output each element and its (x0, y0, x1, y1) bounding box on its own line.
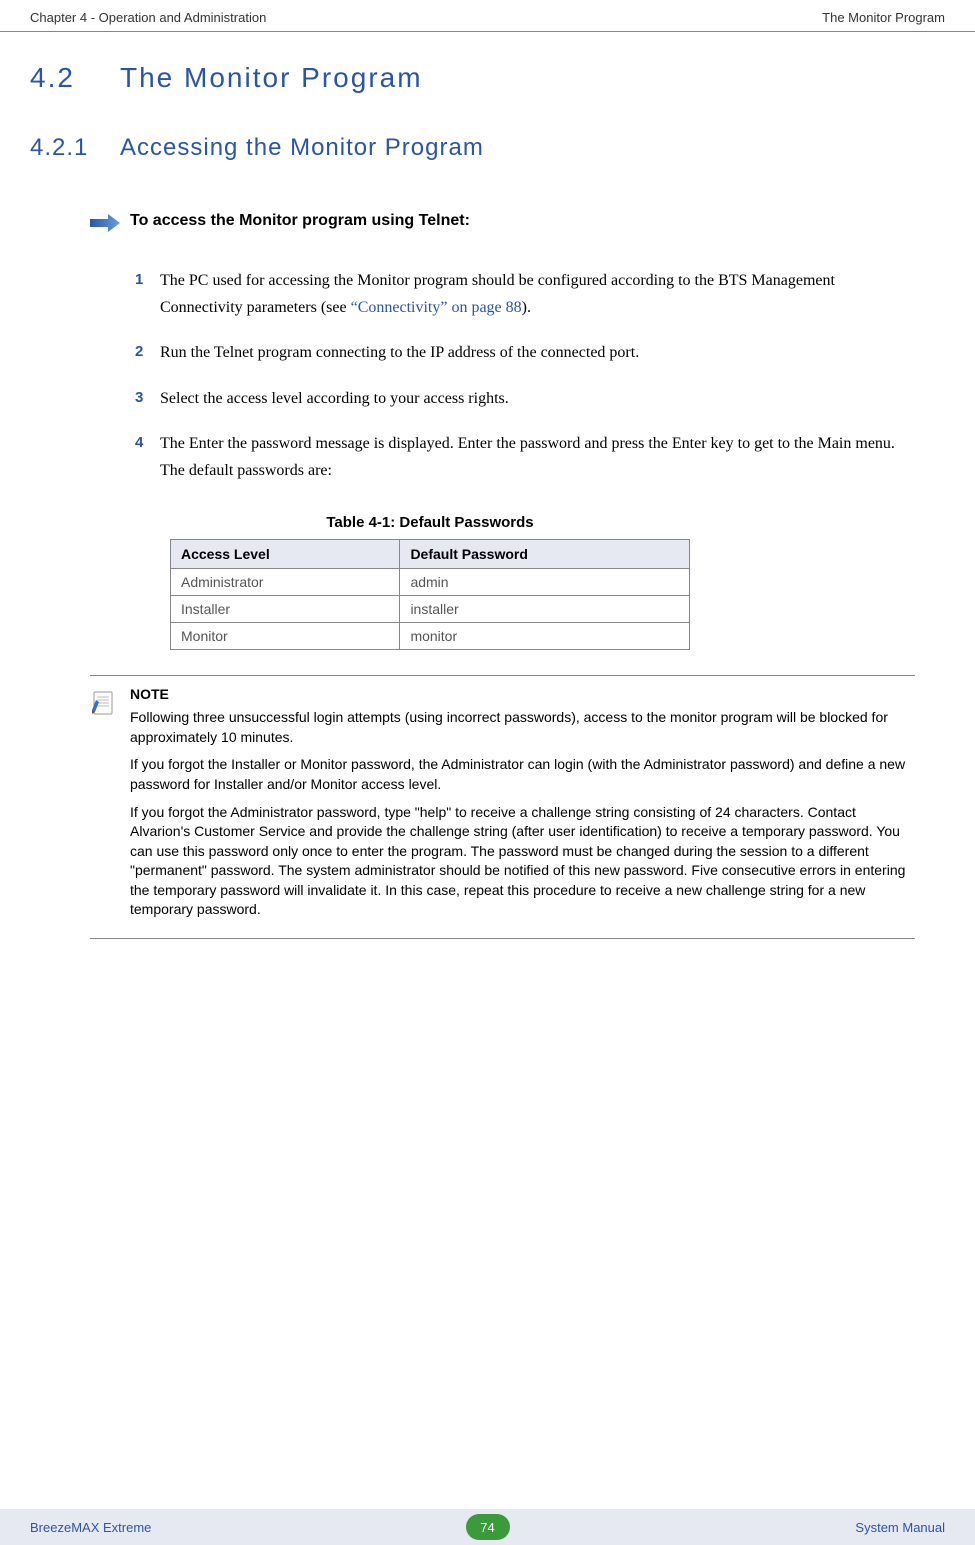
table-cell: Installer (171, 596, 400, 623)
list-item: 2 Run the Telnet program connecting to t… (135, 339, 915, 366)
table-header-row: Access Level Default Password (171, 540, 690, 569)
section-heading: The Monitor Program (120, 62, 423, 94)
list-text: Select the access level according to you… (160, 385, 915, 412)
table-header-default-password: Default Password (400, 540, 690, 569)
list-text: The Enter the password message is displa… (160, 430, 915, 484)
table-caption: Table 4-1: Default Passwords (170, 514, 690, 531)
list-number: 2 (135, 339, 160, 366)
list-item: 1 The PC used for accessing the Monitor … (135, 267, 915, 321)
note-paragraph: If you forgot the Administrator password… (130, 803, 915, 921)
procedure-intro: To access the Monitor program using Teln… (90, 212, 945, 232)
list-text: The PC used for accessing the Monitor pr… (160, 267, 915, 321)
note-title: NOTE (130, 686, 915, 702)
cross-reference-link[interactable]: “Connectivity” on page 88 (351, 299, 522, 316)
table-row: Installer installer (171, 596, 690, 623)
note-paragraph: If you forgot the Installer or Monitor p… (130, 755, 915, 794)
section-number: 4.2 (30, 62, 120, 94)
list-number: 3 (135, 385, 160, 412)
table-cell: Administrator (171, 569, 400, 596)
header-left: Chapter 4 - Operation and Administration (30, 10, 266, 25)
footer-left: BreezeMAX Extreme (30, 1520, 151, 1535)
subsection-number: 4.2.1 (30, 134, 120, 162)
page-footer: BreezeMAX Extreme 74 System Manual (0, 1509, 975, 1545)
note-icon (90, 686, 120, 928)
section-title: 4.2 The Monitor Program (30, 62, 945, 94)
table-row: Monitor monitor (171, 623, 690, 650)
step-text-end: ). (522, 299, 531, 316)
table-cell: installer (400, 596, 690, 623)
page-number-badge: 74 (466, 1514, 510, 1540)
list-item: 3 Select the access level according to y… (135, 385, 915, 412)
procedure-intro-text: To access the Monitor program using Teln… (130, 212, 470, 230)
footer-right: System Manual (855, 1520, 945, 1535)
table-cell: Monitor (171, 623, 400, 650)
arrow-icon (90, 214, 120, 232)
table-wrapper: Table 4-1: Default Passwords Access Leve… (170, 514, 945, 650)
ordered-list: 1 The PC used for accessing the Monitor … (135, 267, 915, 484)
passwords-table: Access Level Default Password Administra… (170, 539, 690, 650)
page-header: Chapter 4 - Operation and Administration… (0, 0, 975, 32)
subsection-heading: Accessing the Monitor Program (120, 134, 484, 162)
note-box: NOTE Following three unsuccessful login … (90, 675, 915, 939)
main-content: 4.2 The Monitor Program 4.2.1 Accessing … (0, 32, 975, 939)
table-row: Administrator admin (171, 569, 690, 596)
note-content: NOTE Following three unsuccessful login … (130, 686, 915, 928)
note-paragraph: Following three unsuccessful login attem… (130, 708, 915, 747)
list-number: 1 (135, 267, 160, 321)
list-number: 4 (135, 430, 160, 484)
table-cell: monitor (400, 623, 690, 650)
list-item: 4 The Enter the password message is disp… (135, 430, 915, 484)
header-right: The Monitor Program (822, 10, 945, 25)
table-cell: admin (400, 569, 690, 596)
subsection-title: 4.2.1 Accessing the Monitor Program (30, 134, 945, 162)
list-text: Run the Telnet program connecting to the… (160, 339, 915, 366)
table-header-access-level: Access Level (171, 540, 400, 569)
